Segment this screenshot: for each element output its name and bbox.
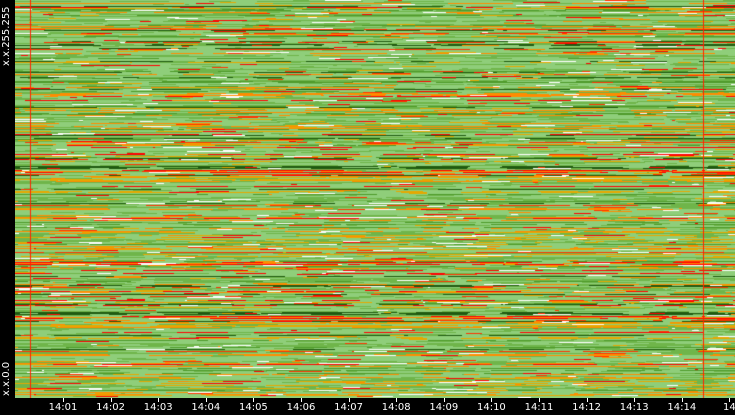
x-tick-label: 14	[723, 402, 735, 413]
x-tick-label: 14:08	[381, 402, 411, 413]
x-tick-label: 14:12	[572, 402, 602, 413]
x-tick-label: 14:07	[334, 402, 364, 413]
x-tick-label: 14:03	[143, 402, 173, 413]
x-tick-label: 14:04	[191, 402, 221, 413]
x-tick-label: 14:09	[429, 402, 459, 413]
y-label-bottom: x.x.0.0	[1, 361, 12, 396]
y-label-top: x.x.255.255	[1, 6, 12, 66]
x-tick-label: 14:05	[238, 402, 268, 413]
x-tick-label: 14:06	[286, 402, 316, 413]
x-tick-label: 14:11	[524, 402, 554, 413]
x-tick-label: 14:10	[476, 402, 506, 413]
x-tick-label: 14:01	[48, 402, 78, 413]
x-tick-label: 14:14	[667, 402, 697, 413]
x-tick-label: 14:13	[619, 402, 649, 413]
x-tick-label: 14:02	[96, 402, 126, 413]
heatmap-canvas[interactable]	[15, 0, 735, 398]
